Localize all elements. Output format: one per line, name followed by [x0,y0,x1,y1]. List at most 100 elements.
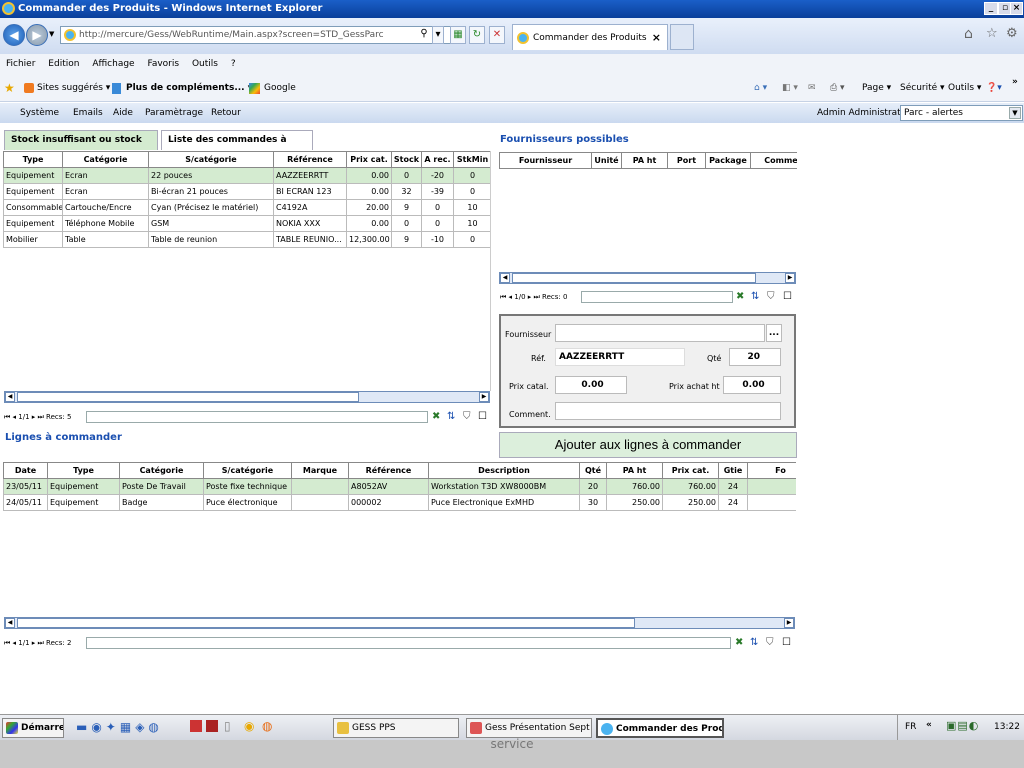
table-row[interactable]: Equipement Ecran Bi-écran 21 pouces BI ECRA… [3,183,490,200]
col-commentaire[interactable]: Comme [750,152,797,169]
pager-nav-icons[interactable]: ⏮ ◂ [4,413,18,421]
scroll-thumb[interactable] [512,273,756,283]
close-tab-icon[interactable]: × [652,25,661,51]
pager-next-icons[interactable]: ▸ ⏭ [526,293,543,301]
col-port[interactable]: Port [667,152,706,169]
pager-filter-input[interactable] [86,637,731,649]
col-pa-ht[interactable]: PA ht [621,152,668,169]
taskbar-item-ie[interactable]: Commander des Prod... [596,718,724,738]
taskbar-item-presentation[interactable]: Gess Présentation Sept ... [466,718,592,738]
stop-icon[interactable]: ✕ [489,26,505,44]
col-reference[interactable]: Référence [273,151,347,168]
search-icon[interactable]: ⚲ [416,26,432,44]
toolbar-overflow-icon[interactable]: » [1012,68,1018,96]
col-scategorie[interactable]: S/catégorie [203,462,292,479]
pager-nav-icons[interactable]: ⏮ ◂ [500,293,514,301]
col-stock[interactable]: Stock [391,151,422,168]
app-menu-emails[interactable]: Emails [73,103,103,123]
add-to-order-button[interactable]: Ajouter aux lignes à commander [499,432,797,458]
col-marque[interactable]: Marque [291,462,349,479]
pager-next-icons[interactable]: ▸ ⏭ [30,639,47,647]
col-description[interactable]: Description [428,462,580,479]
feeds-icon[interactable]: ◧ ▾ [782,74,798,102]
pager-next-icons[interactable]: ▸ ⏭ [30,413,47,421]
tray-expand-icon[interactable]: « [926,720,932,730]
col-qte[interactable]: Qté [579,462,607,479]
price-cat-field[interactable]: 0.00 [555,376,627,394]
col-type[interactable]: Type [3,151,63,168]
supplier-field[interactable] [555,324,765,342]
google-link[interactable]: Google [264,74,296,102]
security-menu[interactable]: Sécurité ▾ [900,74,945,102]
excel-icon[interactable]: ✖ [432,410,440,424]
comment-field[interactable] [555,402,781,420]
col-reference[interactable]: Référence [348,462,429,479]
select-checkbox[interactable]: ☐ [782,636,791,650]
browser-tab-active[interactable]: Commander des Produits × [512,24,668,50]
page-menu[interactable]: Page ▾ [862,74,891,102]
refresh-icon[interactable]: ↻ [469,26,485,44]
table-row[interactable]: Consommable Cartouche/Encre Cyan (Précisez… [3,199,490,216]
col-fournisseur[interactable]: Fournisseur [499,152,592,169]
col-type[interactable]: Type [47,462,120,479]
col-scategorie[interactable]: S/catégorie [148,151,274,168]
menu-favoris[interactable]: Favoris [147,59,179,69]
home-icon[interactable]: ⌂ [964,26,973,42]
select-checkbox[interactable]: ☐ [478,410,487,424]
mail-icon[interactable]: ✉ [808,74,816,102]
address-bar[interactable]: http://mercure/Gess/WebRuntime/Main.aspx… [60,26,456,44]
menu-affichage[interactable]: Affichage [92,59,134,69]
app-menu-systeme[interactable]: Système [20,103,59,123]
col-categorie[interactable]: Catégorie [62,151,149,168]
filter-icon[interactable]: ⛉ [463,410,471,424]
scroll-left-icon[interactable]: ◀ [5,618,15,628]
quicklaunch-icons[interactable]: ▬◉✦▦◈◍ [76,720,163,734]
scroll-right-icon[interactable]: ▶ [785,273,795,283]
help-icon[interactable]: ❓▾ [986,74,1002,102]
taskbar-item-gess-pps[interactable]: GESS PPS [333,718,459,738]
table-row[interactable]: Equipement Ecran 22 pouces AAZZEERRTT 0.00 0-… [3,167,490,184]
scroll-left-icon[interactable]: ◀ [5,392,15,402]
sort-az-icon[interactable]: ⇅ [750,636,758,650]
select-checkbox[interactable]: ☐ [783,290,792,304]
context-select[interactable]: Parc - alertes ▼ [900,105,1023,121]
suggested-sites-link[interactable]: Sites suggérés ▾ [37,74,110,102]
print-icon[interactable]: ⎙ ▾ [830,74,845,102]
filter-icon[interactable]: ⛉ [766,636,774,650]
menu-fichier[interactable]: Fichier [6,59,35,69]
more-addons-link[interactable]: Plus de compléments... ▾ [126,74,252,102]
filter-icon[interactable]: ⛉ [767,290,775,304]
col-categorie[interactable]: Catégorie [119,462,204,479]
price-buy-field[interactable]: 0.00 [723,376,781,394]
col-prix-cat[interactable]: Prix cat. [662,462,719,479]
suppliers-hscrollbar[interactable]: ◀ ▶ [499,272,796,284]
favorites-icon[interactable]: ★ [4,74,15,102]
table-row[interactable]: 24/05/11 Equipement Badge Puce électronique… [3,494,796,511]
scroll-right-icon[interactable]: ▶ [479,392,489,402]
chrome-icon[interactable]: ◉ [244,719,254,733]
sort-az-icon[interactable]: ⇅ [751,290,759,304]
pager-filter-input[interactable] [581,291,733,303]
document-icon[interactable]: ▯ [224,719,231,733]
table-row[interactable]: Equipement Téléphone Mobile GSM NOKIA XXX 0.… [3,215,490,232]
stock-hscrollbar[interactable]: ◀ ▶ [4,391,490,403]
forward-icon[interactable]: ▶ [26,24,48,46]
table-row[interactable]: Mobilier Table Table de reunion TABLE REUNI… [3,231,490,248]
excel-icon[interactable]: ✖ [735,636,743,650]
orders-hscrollbar[interactable]: ◀ ▶ [4,617,795,629]
col-stkmin[interactable]: StkMin [453,151,490,168]
language-indicator[interactable]: FR [905,722,916,732]
col-prix-cat[interactable]: Prix cat. [346,151,392,168]
new-tab-button[interactable] [670,24,694,50]
col-package[interactable]: Package [705,152,751,169]
col-a-rec[interactable]: A rec. [421,151,454,168]
app-menu-parametrage[interactable]: Paramètrage [145,103,203,123]
tab-liste-commandes[interactable]: Liste des commandes à établir [161,130,313,163]
firefox-icon[interactable]: ◍ [262,719,272,733]
excel-icon[interactable]: ✖ [736,290,744,304]
col-date[interactable]: Date [3,462,48,479]
pager-nav-icons[interactable]: ⏮ ◂ [4,639,18,647]
scroll-right-icon[interactable]: ▶ [784,618,794,628]
menu-help[interactable]: ? [231,59,236,69]
minimize-button[interactable]: _ [984,2,998,15]
